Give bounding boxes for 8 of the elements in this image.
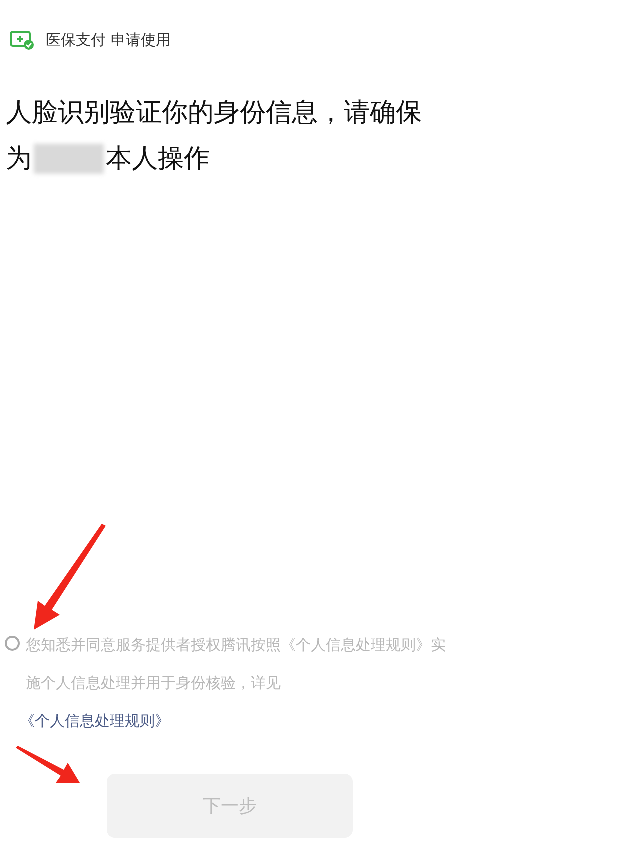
medical-card-icon [10, 30, 36, 50]
arrow-annotation [16, 746, 82, 786]
redacted-name [34, 144, 104, 174]
consent-radio[interactable] [5, 636, 20, 651]
header-title: 医保支付 申请使用 [46, 30, 171, 50]
heading-text: 为 [6, 143, 32, 176]
heading-text: 人脸识别验证你的身份信息，请确保 [6, 97, 423, 130]
heading-text: 本人操作 [106, 143, 210, 176]
